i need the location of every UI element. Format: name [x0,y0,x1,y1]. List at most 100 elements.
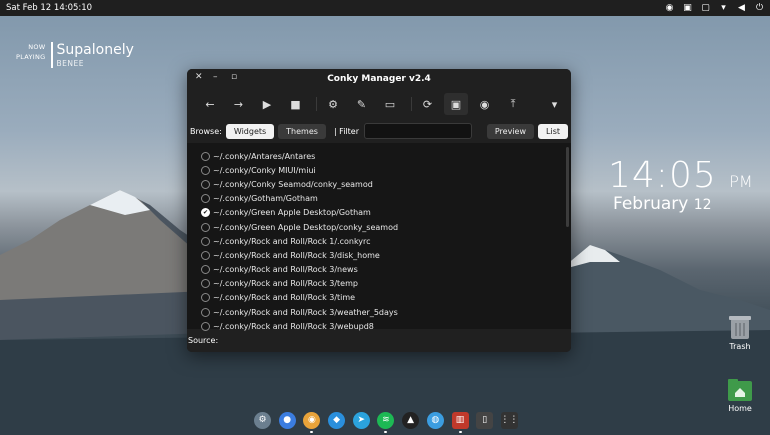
vscode-icon[interactable]: ◆ [328,411,346,429]
list-item-path: ~/.conky/Rock and Roll/Rock 3/news [213,265,358,275]
folder-icon[interactable]: ▭ [378,93,402,115]
list-item[interactable]: ~/.conky/Rock and Roll/Rock 3/time [187,291,571,305]
browse-label: Browse: [190,126,222,136]
tab-widgets[interactable]: Widgets [225,123,275,139]
source-label: Source: [188,336,219,345]
play-icon[interactable]: ▶ [255,93,279,115]
list-scrollbar[interactable] [566,147,569,227]
inkscape-icon[interactable]: ▲ [402,411,420,429]
circle-icon[interactable]: ◉ [473,93,497,115]
now-playing-widget: NOW PLAYING Supalonely BENEE [16,42,134,68]
radio-button[interactable] [201,279,210,289]
list-item-path: ~/.conky/Rock and Roll/Rock 3/temp [213,279,358,289]
radio-button[interactable] [201,293,210,303]
radio-button[interactable] [201,250,210,260]
list-item-path: ~/.conky/Rock and Roll/Rock 3/disk_home [213,250,380,260]
back-icon[interactable]: ← [198,93,222,115]
chrome-icon[interactable]: ◉ [665,3,674,13]
minimize-icon[interactable]: – [213,72,218,82]
power-icon[interactable]: ⏻ [755,3,764,13]
browse-bar: Browse: Widgets Themes | Filter Preview … [187,119,571,143]
refresh-icon[interactable]: ⟳ [416,93,440,115]
trash-icon [729,316,751,339]
dropdown-icon[interactable]: ▾ [543,93,567,115]
list-item[interactable]: ~/.conky/Rock and Roll/Rock 1/.conkyrc [187,234,571,248]
song-artist: BENEE [56,59,85,68]
window-title: Conky Manager v2.4 [327,74,431,84]
settings-icon[interactable]: ⚙ [254,411,271,429]
trash-label: Trash [729,342,751,351]
list-item[interactable]: ~/.conky/Rock and Roll/Rock 3/weather_5d… [187,305,571,319]
list-item-path: ~/.conky/Rock and Roll/Rock 1/.conkyrc [213,236,371,246]
desktop-time: 14:05 PM [608,155,753,196]
trash-dock-icon[interactable]: ▯ [476,411,494,429]
window-titlebar: ✕ – ▫ Conky Manager v2.4 [187,69,571,89]
stop-icon[interactable]: ■ [284,93,308,115]
list-item-path: ~/.conky/Rock and Roll/Rock 3/time [213,293,356,303]
list-item[interactable]: ~/.conky/Rock and Roll/Rock 3/webupd8 [187,319,571,333]
close-icon[interactable]: ✕ [195,72,203,82]
maximize-icon[interactable]: ▫ [231,72,237,82]
list-item[interactable]: ✔ ~/.conky/Green Apple Desktop/Gotham [187,206,571,220]
topbar-clock[interactable]: Sat Feb 12 14:05:10 [6,3,92,13]
conky-icon[interactable]: ▣ [683,3,692,13]
home-folder-icon [728,379,752,401]
top-bar: Sat Feb 12 14:05:10 ◉ ▣ ▢ ▾ ◀ ⏻ [0,0,770,16]
radio-button[interactable] [201,194,210,204]
list-button[interactable]: List [538,123,568,139]
radio-button[interactable] [201,222,210,232]
chrome-icon[interactable]: ◉ [303,411,321,433]
home-label: Home [728,404,752,413]
desktop-home[interactable]: Home [720,378,760,413]
desktop-clock-widget: 14:05 PM February 12 [608,155,753,214]
list-item-path: ~/.conky/Gotham/Gotham [213,194,318,204]
system-tray: ◉ ▣ ▢ ▾ ◀ ⏻ [665,3,764,13]
tab-themes[interactable]: Themes [278,123,326,139]
radio-button[interactable] [201,165,210,175]
list-item-path: ~/.conky/Rock and Roll/Rock 3/webupd8 [213,321,374,331]
running-indicator [458,430,462,433]
preview-button[interactable]: Preview [486,123,535,139]
list-item[interactable]: ~/.conky/Gotham/Gotham [187,192,571,206]
filter-input[interactable] [364,123,472,139]
wifi-icon[interactable]: ▾ [719,3,728,13]
radio-button[interactable] [201,307,210,317]
toolbar-separator [316,97,317,111]
list-item[interactable]: ~/.conky/Conky Seamod/conky_seamod [187,177,571,191]
list-item-path: ~/.conky/Antares/Antares [213,151,316,161]
widget-list: ~/.conky/Antares/Antares ~/.conky/Conky M… [187,143,571,331]
list-item[interactable]: ~/.conky/Rock and Roll/Rock 3/news [187,263,571,277]
radio-button[interactable] [201,151,210,161]
running-indicator [384,430,388,433]
desktop-trash[interactable]: Trash [720,314,760,351]
edit-config-icon[interactable]: ⚙ [321,93,345,115]
list-item[interactable]: ~/.conky/Conky MIUI/miui [187,163,571,177]
globe-icon[interactable]: ◍ [426,411,444,429]
list-item[interactable]: ~/.conky/Antares/Antares [187,149,571,163]
radio-button[interactable] [201,321,210,331]
desktop-date: February 12 [613,194,712,214]
list-item-path: ~/.conky/Rock and Roll/Rock 3/weather_5d… [213,307,398,317]
now-playing-divider [50,42,53,68]
upload-icon[interactable]: ⤒ [501,93,525,115]
list-item[interactable]: ~/.conky/Rock and Roll/Rock 3/temp [187,277,571,291]
radio-button[interactable] [201,236,210,246]
forward-icon[interactable]: → [227,93,251,115]
app-grid-icon[interactable]: ⋮⋮ [500,411,518,429]
edit-icon[interactable]: ✎ [350,93,374,115]
preview-image-icon[interactable]: ▣ [444,93,468,115]
spotify-icon[interactable]: ≋ [377,411,395,433]
radio-button[interactable] [201,265,210,275]
now-playing-label: NOW PLAYING [16,43,46,61]
running-indicator [310,430,314,433]
system-monitor-icon[interactable]: ▥ [451,411,469,433]
list-item[interactable]: ~/.conky/Green Apple Desktop/conky_seamo… [187,220,571,234]
radio-button[interactable] [201,179,210,189]
clipboard-icon[interactable]: ▢ [701,3,710,13]
volume-icon[interactable]: ◀ [737,3,746,13]
radio-button[interactable]: ✔ [201,208,210,218]
telegram-icon[interactable]: ➤ [352,411,370,429]
browser-icon[interactable]: ● [278,411,296,429]
list-item[interactable]: ~/.conky/Rock and Roll/Rock 3/disk_home [187,248,571,262]
dock: ⚙ ● ◉ ◆ ➤ ≋ ▲ ◍ ▥ ▯ ⋮⋮ [250,406,522,434]
